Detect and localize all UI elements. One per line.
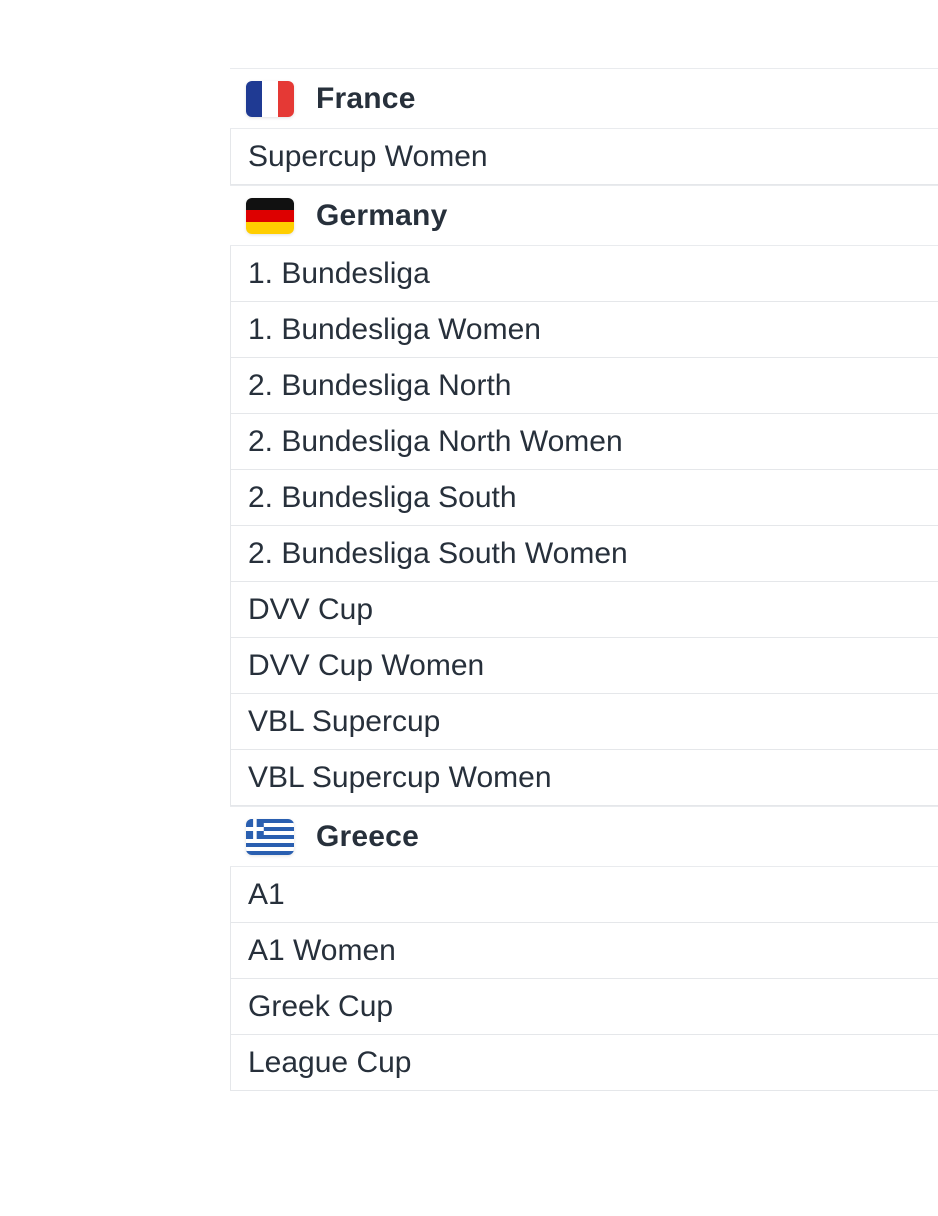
league-item[interactable]: A1 bbox=[230, 867, 938, 923]
league-item[interactable]: VBL Supercup Women bbox=[230, 750, 938, 806]
league-item[interactable]: 1. Bundesliga Women bbox=[230, 302, 938, 358]
league-item[interactable]: 2. Bundesliga North bbox=[230, 358, 938, 414]
league-item[interactable]: Supercup Women bbox=[230, 129, 938, 185]
competition-list: France Supercup Women Germany 1. Bundesl… bbox=[230, 68, 938, 1091]
league-item[interactable]: A1 Women bbox=[230, 923, 938, 979]
country-name: France bbox=[316, 81, 416, 115]
country-name: Germany bbox=[316, 198, 448, 232]
league-item[interactable]: DVV Cup bbox=[230, 582, 938, 638]
country-header-greece[interactable]: Greece bbox=[230, 806, 938, 867]
league-item[interactable]: 2. Bundesliga South Women bbox=[230, 526, 938, 582]
league-item[interactable]: 1. Bundesliga bbox=[230, 246, 938, 302]
league-item[interactable]: League Cup bbox=[230, 1035, 938, 1091]
greece-flag-icon bbox=[246, 818, 294, 855]
league-item[interactable]: 2. Bundesliga South bbox=[230, 470, 938, 526]
league-item[interactable]: DVV Cup Women bbox=[230, 638, 938, 694]
germany-flag-icon bbox=[246, 197, 294, 234]
country-header-france[interactable]: France bbox=[230, 68, 938, 129]
league-item[interactable]: Greek Cup bbox=[230, 979, 938, 1035]
country-name: Greece bbox=[316, 819, 419, 853]
france-flag-icon bbox=[246, 80, 294, 117]
league-item[interactable]: VBL Supercup bbox=[230, 694, 938, 750]
country-header-germany[interactable]: Germany bbox=[230, 185, 938, 246]
league-item[interactable]: 2. Bundesliga North Women bbox=[230, 414, 938, 470]
